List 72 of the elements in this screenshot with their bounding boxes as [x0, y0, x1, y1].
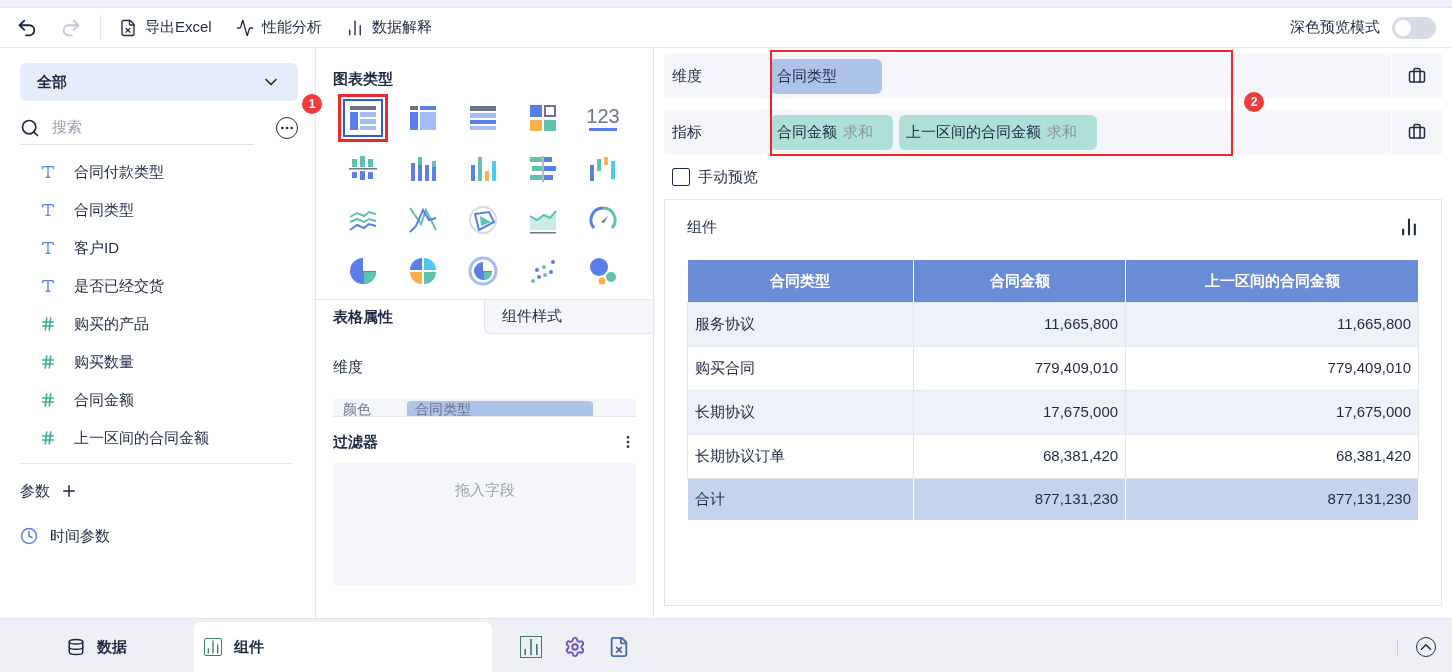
- table-cell: 779,409,010: [913, 346, 1126, 390]
- number-field-icon: [40, 316, 56, 332]
- bar-chart-icon: [204, 638, 222, 656]
- checkbox-label: 手动预览: [698, 167, 758, 187]
- panel-tab[interactable]: 组件样式: [484, 300, 653, 334]
- bottom-tab[interactable]: 组件: [194, 622, 492, 672]
- table-cell: 服务协议: [687, 302, 914, 346]
- clock-icon: [20, 526, 38, 545]
- spreadsheet-icon: [119, 18, 137, 37]
- param-item[interactable]: 时间参数: [50, 524, 110, 547]
- card-title: 组件: [687, 216, 717, 237]
- number-field-icon: [40, 392, 56, 408]
- shelf-label: 指标: [671, 121, 703, 142]
- section-title: 过滤器: [333, 431, 378, 452]
- toolbar-button[interactable]: 数据解释: [345, 16, 432, 39]
- row-label: 颜色: [343, 400, 371, 416]
- table-cell: 购买合同: [687, 346, 914, 390]
- number-field-icon: [40, 354, 56, 370]
- total-cell: 877,131,230: [913, 478, 1126, 520]
- search-field[interactable]: 搜索: [52, 116, 212, 139]
- field-item[interactable]: 合同金额: [74, 388, 134, 412]
- chart-type-icon[interactable]: [467, 254, 499, 287]
- bar-chart-icon[interactable]: [1399, 216, 1419, 237]
- table-cell: 68,381,420: [913, 434, 1126, 478]
- toggle-switch[interactable]: [1392, 16, 1436, 39]
- aggregation-text: 求和: [1047, 121, 1077, 142]
- field-item[interactable]: 合同付款类型: [74, 160, 164, 184]
- toggle-label: 深色预览模式: [1290, 17, 1380, 38]
- section-title: 图表类型: [333, 70, 393, 87]
- chart-type-icon[interactable]: [467, 203, 499, 236]
- field-item[interactable]: 上一区间的合同金额: [74, 426, 209, 450]
- table-cell: 779,409,010: [1125, 346, 1419, 390]
- dataset-dropdown[interactable]: 全部: [20, 63, 298, 101]
- dimension-pill[interactable]: 合同类型: [770, 58, 882, 94]
- toolbox-icon[interactable]: [1408, 123, 1426, 141]
- checkbox[interactable]: [672, 168, 690, 187]
- shelf-label: 维度: [671, 65, 703, 86]
- activity-icon: [235, 18, 254, 37]
- field-item[interactable]: 购买的产品: [74, 312, 149, 336]
- table-cell: 11,665,800: [913, 302, 1126, 346]
- section-title: 参数: [20, 481, 50, 501]
- text-field-icon: [40, 202, 56, 218]
- total-cell: 877,131,230: [1125, 478, 1419, 520]
- field-item[interactable]: 合同类型: [74, 198, 134, 222]
- annotation-badge: 1: [302, 94, 322, 114]
- bottom-tab[interactable]: 数据: [0, 622, 194, 672]
- section-title: 维度: [332, 357, 364, 377]
- text-field-icon: [40, 278, 56, 294]
- pill-text: 合同金额: [777, 121, 837, 142]
- table-cell: 17,675,000: [1125, 390, 1419, 434]
- field-item[interactable]: 客户ID: [74, 236, 119, 260]
- toolbar-button[interactable]: 导出Excel: [119, 16, 212, 39]
- database-icon: [67, 638, 85, 656]
- pill-text: 上一区间的合同金额: [906, 121, 1041, 142]
- search-icon: [20, 117, 40, 138]
- text-field-icon: [40, 240, 56, 256]
- measure-pill[interactable]: 合同金额 求和: [770, 114, 893, 150]
- toolbox-icon[interactable]: [1408, 67, 1426, 85]
- field-item[interactable]: 是否已经交货: [74, 274, 164, 298]
- number-field-icon: [40, 430, 56, 446]
- table-cell: 长期协议订单: [687, 434, 914, 478]
- field-item[interactable]: 购买数量: [74, 350, 134, 374]
- aggregation-text: 求和: [843, 121, 873, 142]
- table-cell: 68,381,420: [1125, 434, 1419, 478]
- table-cell: 长期协议: [687, 390, 914, 434]
- pill-text: 合同类型: [777, 65, 837, 86]
- toolbar-button[interactable]: 性能分析: [235, 16, 322, 39]
- measure-pill[interactable]: 上一区间的合同金额 求和: [899, 114, 1097, 150]
- text-field-icon: [40, 164, 56, 180]
- table-cell: 17,675,000: [913, 390, 1126, 434]
- total-cell: 合计: [687, 478, 914, 520]
- table-cell: 11,665,800: [1125, 302, 1419, 346]
